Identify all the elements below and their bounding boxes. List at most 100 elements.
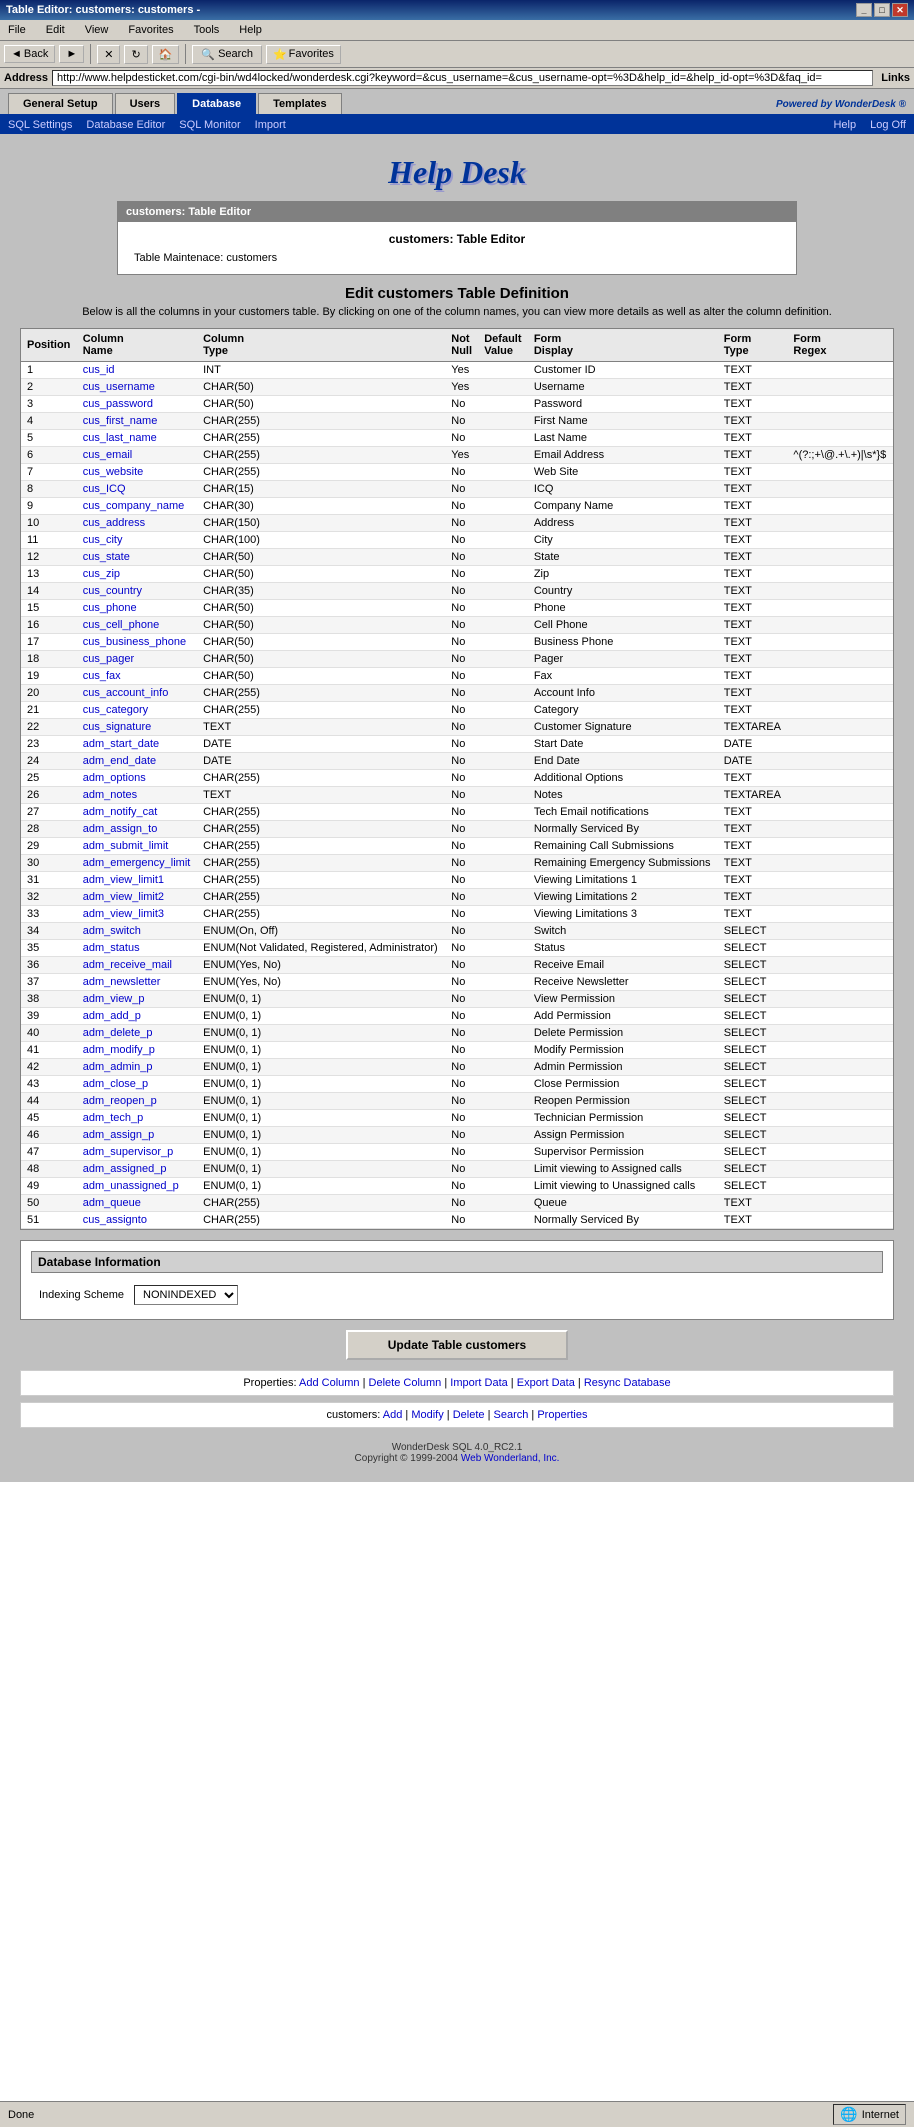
- column-link[interactable]: adm_submit_limit: [83, 840, 169, 852]
- subnav-sql-monitor[interactable]: SQL Monitor: [179, 119, 240, 131]
- column-link[interactable]: cus_password: [83, 398, 153, 410]
- export-data-link[interactable]: Export Data: [517, 1377, 575, 1389]
- cell-form-type: TEXT: [718, 770, 788, 787]
- add-column-link[interactable]: Add Column: [299, 1377, 360, 1389]
- menu-view[interactable]: View: [81, 22, 113, 38]
- column-link[interactable]: adm_switch: [83, 925, 141, 937]
- column-link[interactable]: adm_notes: [83, 789, 137, 801]
- column-link[interactable]: cus_signature: [83, 721, 152, 733]
- column-link[interactable]: adm_close_p: [83, 1078, 148, 1090]
- column-link[interactable]: cus_assignto: [83, 1214, 147, 1226]
- column-link[interactable]: adm_queue: [83, 1197, 141, 1209]
- column-link[interactable]: adm_status: [83, 942, 140, 954]
- back-button[interactable]: ◄ Back: [4, 45, 55, 63]
- column-link[interactable]: cus_business_phone: [83, 636, 186, 648]
- tab-templates[interactable]: Templates: [258, 93, 342, 114]
- zone-label: Internet: [862, 2109, 899, 2121]
- tab-general-setup[interactable]: General Setup: [8, 93, 113, 114]
- column-link[interactable]: cus_last_name: [83, 432, 157, 444]
- delete-column-link[interactable]: Delete Column: [369, 1377, 442, 1389]
- subnav-database-editor[interactable]: Database Editor: [86, 119, 165, 131]
- column-link[interactable]: adm_assign_to: [83, 823, 158, 835]
- column-link[interactable]: cus_id: [83, 364, 115, 376]
- footer-link[interactable]: Web Wonderland, Inc.: [461, 1453, 560, 1464]
- indexing-select[interactable]: NONINDEXED INDEXED: [134, 1285, 238, 1305]
- search-button[interactable]: 🔍 Search: [192, 45, 262, 64]
- customers-properties-link[interactable]: Properties: [537, 1409, 587, 1421]
- update-table-button[interactable]: Update Table customers: [346, 1330, 568, 1360]
- import-data-link[interactable]: Import Data: [450, 1377, 507, 1389]
- column-link[interactable]: adm_view_p: [83, 993, 145, 1005]
- column-link[interactable]: adm_supervisor_p: [83, 1146, 174, 1158]
- column-link[interactable]: adm_newsletter: [83, 976, 161, 988]
- forward-button[interactable]: ►: [59, 45, 84, 63]
- column-link[interactable]: cus_website: [83, 466, 144, 478]
- column-link[interactable]: adm_assign_p: [83, 1129, 155, 1141]
- column-link[interactable]: adm_start_date: [83, 738, 159, 750]
- address-input[interactable]: [52, 70, 873, 86]
- menu-tools[interactable]: Tools: [190, 22, 224, 38]
- column-link[interactable]: adm_unassigned_p: [83, 1180, 179, 1192]
- customers-add-link[interactable]: Add: [383, 1409, 403, 1421]
- column-link[interactable]: adm_tech_p: [83, 1112, 144, 1124]
- column-link[interactable]: adm_add_p: [83, 1010, 141, 1022]
- column-link[interactable]: cus_category: [83, 704, 148, 716]
- customers-modify-link[interactable]: Modify: [411, 1409, 443, 1421]
- home-button[interactable]: 🏠: [152, 45, 180, 64]
- column-link[interactable]: adm_view_limit2: [83, 891, 164, 903]
- column-link[interactable]: cus_ICQ: [83, 483, 126, 495]
- menu-edit[interactable]: Edit: [42, 22, 69, 38]
- resync-database-link[interactable]: Resync Database: [584, 1377, 671, 1389]
- column-link[interactable]: cus_username: [83, 381, 155, 393]
- column-link[interactable]: cus_pager: [83, 653, 134, 665]
- column-link[interactable]: cus_fax: [83, 670, 121, 682]
- column-link[interactable]: adm_notify_cat: [83, 806, 158, 818]
- stop-button[interactable]: ✕: [97, 45, 120, 64]
- cell-default: [478, 923, 528, 940]
- column-link[interactable]: adm_options: [83, 772, 146, 784]
- column-link[interactable]: adm_delete_p: [83, 1027, 153, 1039]
- column-link[interactable]: cus_state: [83, 551, 130, 563]
- close-button[interactable]: ✕: [892, 3, 908, 17]
- column-link[interactable]: cus_company_name: [83, 500, 185, 512]
- links-button[interactable]: Links: [881, 72, 910, 84]
- column-link[interactable]: cus_account_info: [83, 687, 169, 699]
- maximize-button[interactable]: □: [874, 3, 890, 17]
- subnav-logoff[interactable]: Log Off: [870, 119, 906, 131]
- column-link[interactable]: adm_receive_mail: [83, 959, 172, 971]
- menu-favorites[interactable]: Favorites: [124, 22, 177, 38]
- column-link[interactable]: cus_country: [83, 585, 142, 597]
- subnav-import[interactable]: Import: [255, 119, 286, 131]
- cell-position: 50: [21, 1195, 77, 1212]
- column-link[interactable]: adm_reopen_p: [83, 1095, 157, 1107]
- cell-regex: [787, 838, 893, 855]
- customers-search-link[interactable]: Search: [494, 1409, 529, 1421]
- refresh-button[interactable]: ↻: [124, 45, 147, 64]
- customers-delete-link[interactable]: Delete: [453, 1409, 485, 1421]
- nav-tabs: General Setup Users Database Templates P…: [0, 89, 914, 116]
- subnav-sql-settings[interactable]: SQL Settings: [8, 119, 72, 131]
- column-link[interactable]: cus_cell_phone: [83, 619, 159, 631]
- cell-name: adm_supervisor_p: [77, 1144, 197, 1161]
- column-link[interactable]: adm_emergency_limit: [83, 857, 191, 869]
- column-link[interactable]: cus_address: [83, 517, 145, 529]
- column-link[interactable]: adm_view_limit1: [83, 874, 164, 886]
- subnav-help[interactable]: Help: [833, 119, 856, 131]
- column-link[interactable]: adm_modify_p: [83, 1044, 155, 1056]
- column-link[interactable]: cus_city: [83, 534, 123, 546]
- column-link[interactable]: adm_admin_p: [83, 1061, 153, 1073]
- tab-database[interactable]: Database: [177, 93, 256, 114]
- tab-users[interactable]: Users: [115, 93, 176, 114]
- menu-file[interactable]: File: [4, 22, 30, 38]
- menu-help[interactable]: Help: [235, 22, 266, 38]
- column-link[interactable]: adm_end_date: [83, 755, 156, 767]
- column-link[interactable]: adm_view_limit3: [83, 908, 164, 920]
- column-link[interactable]: cus_phone: [83, 602, 137, 614]
- cell-default: [478, 1178, 528, 1195]
- column-link[interactable]: adm_assigned_p: [83, 1163, 167, 1175]
- column-link[interactable]: cus_first_name: [83, 415, 158, 427]
- minimize-button[interactable]: _: [856, 3, 872, 17]
- column-link[interactable]: cus_zip: [83, 568, 120, 580]
- favorites-button[interactable]: ⭐ Favorites: [266, 45, 341, 64]
- column-link[interactable]: cus_email: [83, 449, 133, 461]
